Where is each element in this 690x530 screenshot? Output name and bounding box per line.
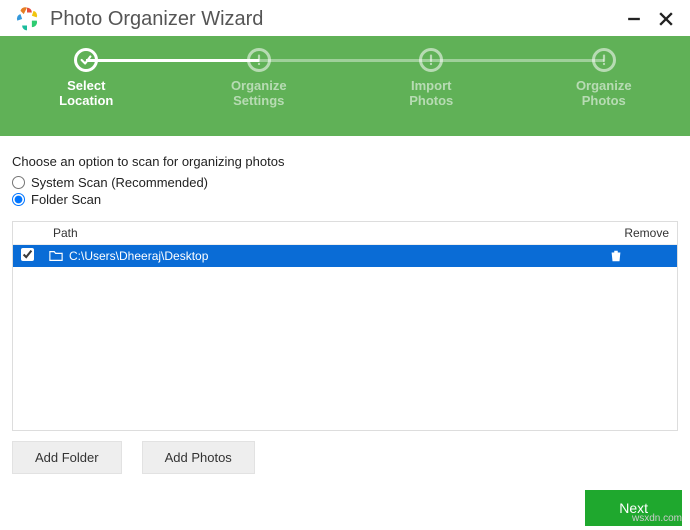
- row-checkbox-input[interactable]: [21, 248, 34, 261]
- folder-icon: [49, 249, 63, 263]
- step-label: Photos: [409, 93, 453, 108]
- row-remove[interactable]: [609, 249, 669, 263]
- radio-label: System Scan (Recommended): [31, 175, 208, 190]
- add-folder-button[interactable]: Add Folder: [12, 441, 122, 474]
- step-organize-settings: OrganizeSettings: [173, 36, 346, 108]
- next-button[interactable]: Next: [585, 490, 682, 526]
- radio-folder-scan[interactable]: Folder Scan: [12, 192, 678, 207]
- step-label: Organize: [231, 78, 287, 93]
- radio-system-scan[interactable]: System Scan (Recommended): [12, 175, 678, 190]
- radio-folder-scan-input[interactable]: [12, 193, 25, 206]
- radio-label: Folder Scan: [31, 192, 101, 207]
- step-import-photos: ImportPhotos: [345, 36, 518, 108]
- step-label: Import: [411, 78, 451, 93]
- action-buttons: Add Folder Add Photos: [12, 441, 678, 474]
- wizard-steps: SelectLocation OrganizeSettings ImportPh…: [0, 36, 690, 136]
- close-button[interactable]: [658, 11, 674, 27]
- step-label: Settings: [233, 93, 284, 108]
- table-row[interactable]: C:\Users\Dheeraj\Desktop: [13, 245, 677, 267]
- minimize-button[interactable]: [626, 11, 642, 27]
- step-alert-icon: [247, 48, 271, 72]
- window-title: Photo Organizer Wizard: [50, 8, 626, 31]
- step-alert-icon: [419, 48, 443, 72]
- step-label: Organize: [576, 78, 632, 93]
- content-area: Choose an option to scan for organizing …: [0, 136, 690, 474]
- step-check-icon: [74, 48, 98, 72]
- step-organize-photos: OrganizePhotos: [518, 36, 690, 108]
- step-alert-icon: [592, 48, 616, 72]
- trash-icon: [609, 249, 669, 263]
- col-path: Path: [49, 226, 609, 240]
- col-check: [21, 226, 49, 240]
- title-bar: Photo Organizer Wizard: [0, 0, 690, 36]
- row-path-text: C:\Users\Dheeraj\Desktop: [69, 249, 208, 263]
- folder-list-header: Path Remove: [13, 222, 677, 245]
- step-label: Location: [59, 93, 113, 108]
- app-logo-icon: [14, 6, 40, 32]
- window-controls: [626, 11, 680, 27]
- scan-options: System Scan (Recommended) Folder Scan: [12, 175, 678, 207]
- row-path-cell: C:\Users\Dheeraj\Desktop: [49, 249, 609, 263]
- row-checkbox[interactable]: [21, 248, 49, 264]
- step-label: Photos: [582, 93, 626, 108]
- footer: Next: [585, 490, 682, 526]
- step-select-location: SelectLocation: [0, 36, 173, 108]
- prompt-text: Choose an option to scan for organizing …: [12, 154, 678, 169]
- col-remove: Remove: [609, 226, 669, 240]
- add-photos-button[interactable]: Add Photos: [142, 441, 255, 474]
- step-label: Select: [67, 78, 105, 93]
- radio-system-scan-input[interactable]: [12, 176, 25, 189]
- folder-list: Path Remove C:\Users\Dheeraj\Desktop: [12, 221, 678, 431]
